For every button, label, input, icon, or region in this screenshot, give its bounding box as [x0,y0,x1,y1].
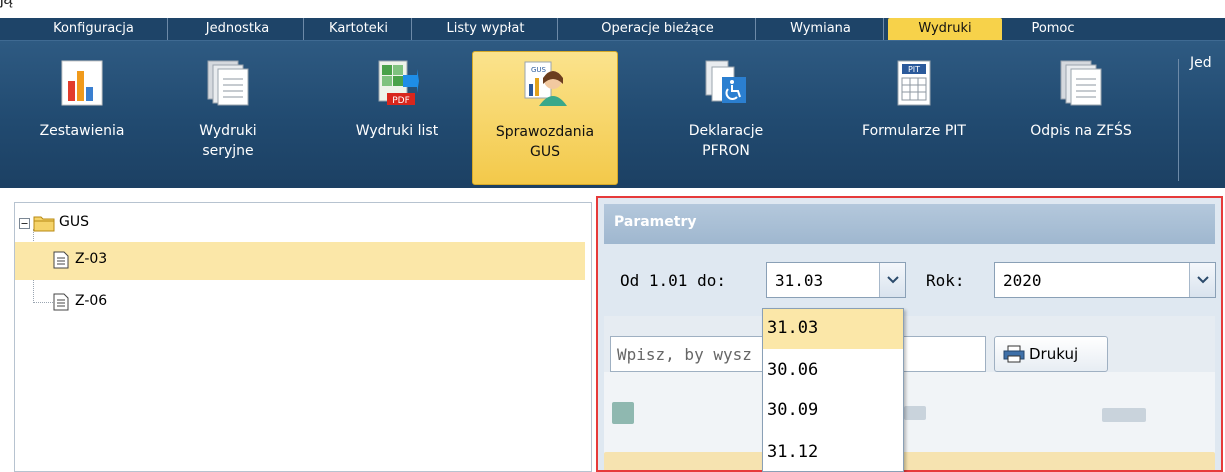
od-date-value: 31.03 [775,271,824,290]
folder-icon [33,216,55,232]
formularze-pit-button[interactable]: PIT Formularze PIT [838,51,990,185]
ribbon-separator [1178,59,1179,181]
zestawienia-button[interactable]: Zestawienia [14,51,150,185]
parameters-body: Od 1.01 do: 31.03 Rok: 2020 [604,244,1216,312]
blurred-row [604,452,1215,470]
dropdown-option[interactable]: 30.06 [763,351,903,391]
tab-listy-wyplat[interactable]: Listy wypłat [414,18,558,40]
tab-wymiana[interactable]: Wymiana [758,18,884,40]
parameters-panel: Parametry Od 1.01 do: 31.03 Rok: 2020 Wp… [596,196,1223,472]
print-button[interactable]: Drukuj [994,336,1108,372]
wydruki-seryjne-label-1: Wydruki [199,123,257,139]
svg-text:PIT: PIT [908,65,920,74]
wydruki-list-label: Wydruki list [355,123,439,139]
menu-bar: Konfiguracja Jednostka Kartoteki Listy w… [0,18,1225,40]
tab-wydruki[interactable]: Wydruki [888,18,1002,40]
parameters-title: Parametry [614,214,697,230]
documents-icon [207,60,249,106]
blurred-cell [904,406,926,420]
parameters-header: Parametry [604,204,1215,244]
deklaracje-pfron-button[interactable]: Deklaracje PFRON [666,51,786,185]
pit-form-icon: PIT [897,60,931,106]
wydruki-seryjne-label-2: seryjne [202,143,254,159]
wydruki-seryjne-button[interactable]: Wydruki seryjne [172,51,284,185]
od-date-combo[interactable]: 31.03 [766,262,906,298]
tab-operacje-biezace[interactable]: Operacje bieżące [560,18,756,40]
odpis-zfss-label: Odpis na ZFŚS [1030,123,1132,139]
gus-report-icon: GUS [524,61,567,106]
dropdown-option[interactable]: 31.03 [763,309,903,349]
tab-pomoc[interactable]: Pomoc [1006,18,1100,40]
od-date-dropdown-button[interactable] [879,263,905,297]
tab-konfiguracja[interactable]: Konfiguracja [20,18,168,40]
sprawozdania-gus-button[interactable]: GUS Sprawozdania GUS [472,51,618,185]
documents-icon [1060,60,1102,106]
od-date-dropdown-list: 31.03 30.06 30.09 31.12 [762,308,904,472]
document-icon [53,293,69,311]
print-label: Drukuj [1029,345,1079,363]
report-grid: Drukuj [604,316,1215,470]
dropdown-option[interactable]: 31.12 [763,433,903,472]
wydruki-list-button[interactable]: PDF Wydruki list [334,51,460,185]
blurred-cell [612,402,634,424]
document-icon [53,251,69,269]
blurred-cell [1102,408,1146,422]
pdf-export-icon: PDF [378,60,419,106]
grid-toolbar: Drukuj [604,316,1215,372]
tree-item-label: GUS [59,214,89,230]
odpis-zfss-button[interactable]: Odpis na ZFŚS [1004,51,1158,185]
tree-item-gus[interactable]: GUS [15,205,585,243]
rok-value: 2020 [1003,271,1042,290]
svg-text:PDF: PDF [392,96,410,106]
formularze-pit-label: Formularze PIT [862,123,966,139]
deklaracje-pfron-label-1: Deklaracje [688,123,764,139]
rok-label: Rok: [926,271,965,290]
top-caption: ją [0,0,1225,18]
sprawozdania-gus-label-1: Sprawozdania [495,124,595,140]
tree-item-z06[interactable]: Z-06 [15,284,585,322]
printer-icon [1003,345,1025,363]
chevron-down-icon [887,276,899,284]
sprawozdania-gus-label-2: GUS [530,144,560,160]
bar-chart-icon [61,60,103,106]
zestawienia-label: Zestawienia [39,123,125,139]
tab-jednostka[interactable]: Jednostka [172,18,304,40]
report-tree: GUS Z-03 Z-06 [14,202,592,472]
deklaracje-pfron-label-2: PFRON [702,143,750,159]
od-label: Od 1.01 do: [620,271,726,290]
tree-item-z03[interactable]: Z-03 [15,242,585,280]
dropdown-option[interactable]: 30.09 [763,391,903,431]
chevron-down-icon [1197,276,1209,284]
tree-item-label: Z-03 [75,251,108,267]
tab-kartoteki[interactable]: Kartoteki [306,18,412,40]
caption-text: ją [0,0,12,9]
collapse-icon[interactable] [19,218,30,229]
pfron-icon [705,60,746,103]
rok-combo[interactable]: 2020 [994,262,1216,298]
svg-text:GUS: GUS [531,66,547,74]
ribbon: Zestawienia Wydruki seryjne PDF Wydruki … [0,40,1225,188]
tree-item-label: Z-06 [75,293,108,309]
rok-dropdown-button[interactable] [1189,263,1215,297]
ribbon-edge-text: Jed [1190,55,1212,71]
